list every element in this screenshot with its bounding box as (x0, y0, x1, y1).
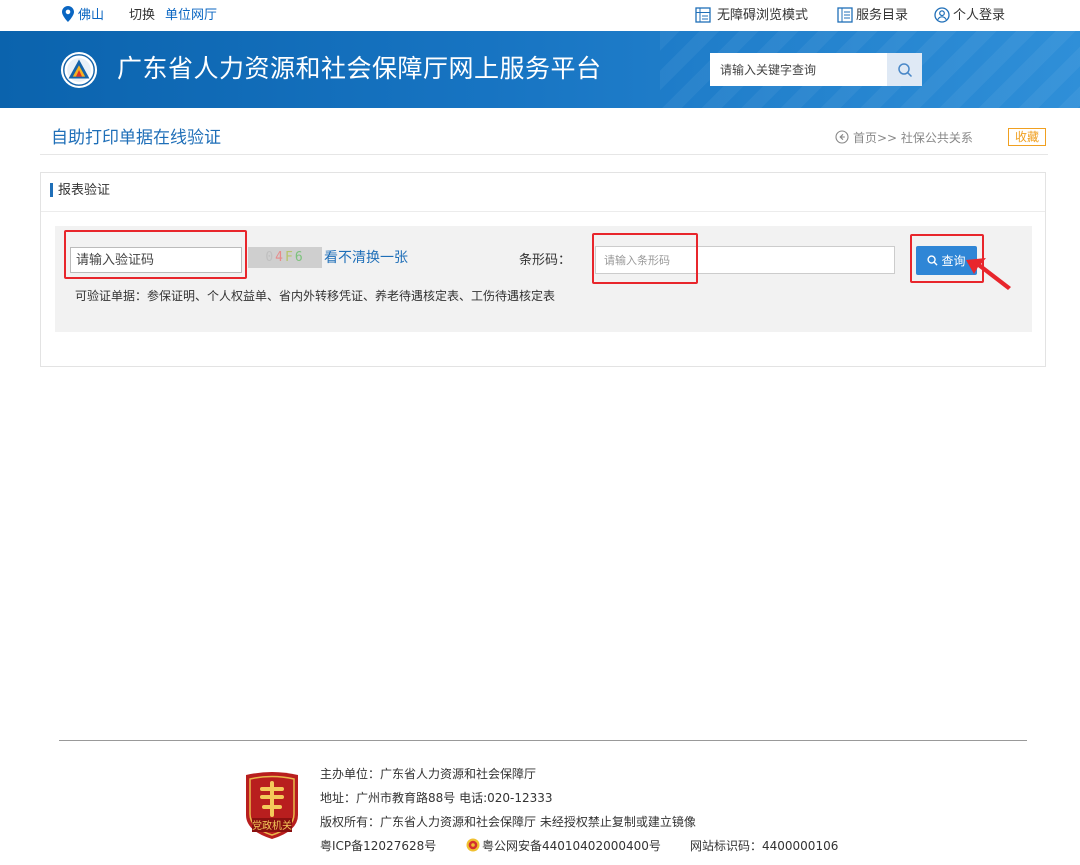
accessibility-mode-link[interactable]: 无障碍浏览模式 (717, 7, 808, 24)
switch-city-link[interactable]: 切换 (129, 7, 155, 24)
breadcrumb[interactable]: 首页>> 社保公共关系 (853, 130, 973, 146)
page-title: 自助打印单据在线验证 (51, 128, 221, 148)
government-badge-icon[interactable]: 党政机关 (240, 771, 304, 841)
service-catalog-link[interactable]: 服务目录 (856, 7, 908, 24)
highlight-verification-code (64, 230, 247, 279)
user-icon (934, 7, 950, 23)
annotation-arrow-icon (966, 258, 1011, 290)
keyword-search-input[interactable] (710, 53, 887, 86)
personal-login-link[interactable]: 个人登录 (953, 7, 1005, 24)
accessibility-icon (695, 7, 711, 23)
verifiable-documents-hint: 可验证单据：参保证明、个人权益单、省内外转移凭证、养老待遇核定表、工伤待遇核定表 (75, 289, 556, 303)
service-catalog-icon (837, 7, 853, 23)
captcha-char: 4 (275, 250, 285, 265)
footer-site-id: 网站标识码：4400000106 (690, 839, 839, 853)
footer-divider (59, 740, 1027, 741)
location-pin-icon (62, 6, 74, 22)
unit-hall-link[interactable]: 单位网厅 (165, 7, 217, 24)
captcha-char: 6 (294, 250, 305, 265)
site-logo-icon (60, 51, 98, 89)
refresh-captcha-link[interactable]: 看不清换一张 (324, 249, 408, 267)
title-divider (40, 154, 1048, 155)
highlight-barcode (592, 233, 698, 284)
search-icon (897, 62, 912, 77)
footer-icp[interactable]: 粤ICP备12027628号 (320, 838, 436, 854)
site-title: 广东省人力资源和社会保障厅网上服务平台 (117, 54, 602, 83)
section-title: 报表验证 (58, 183, 111, 198)
footer-copyright: 版权所有：广东省人力资源和社会保障厅 未经授权禁止复制或建立镜像 (320, 815, 696, 829)
top-utility-bar: 佛山 切换 单位网厅 无障碍浏览模式 服务目录 个人登录 (0, 0, 1080, 31)
captcha-char: F (285, 250, 295, 265)
badge-text: 党政机关 (252, 819, 292, 832)
panel-divider (41, 211, 1045, 212)
search-button[interactable] (887, 53, 922, 86)
site-banner: 广东省人力资源和社会保障厅网上服务平台 (0, 31, 1080, 108)
police-badge-icon (466, 838, 480, 852)
captcha-char: 0 (265, 250, 276, 265)
current-city[interactable]: 佛山 (78, 7, 104, 24)
back-home-icon[interactable] (835, 130, 849, 144)
footer-sponsor: 主办单位：广东省人力资源和社会保障厅 (320, 767, 537, 781)
favorite-button[interactable]: 收藏 (1008, 128, 1046, 146)
footer-police-record[interactable]: 粤公网安备44010402000400号 (482, 838, 661, 854)
barcode-label: 条形码： (519, 253, 572, 268)
captcha-image[interactable]: 04F6 (248, 247, 322, 268)
section-marker (50, 183, 53, 197)
footer-address: 地址：广州市教育路88号 电话:020-12333 (320, 791, 553, 805)
